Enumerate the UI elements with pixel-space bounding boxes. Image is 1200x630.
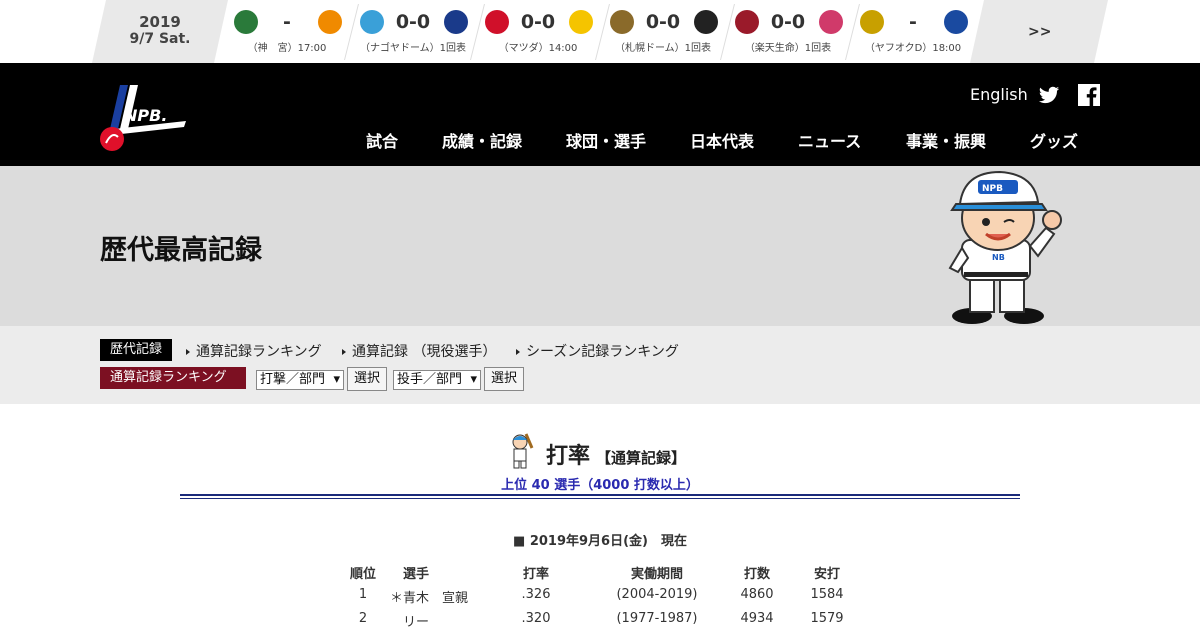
record-title-main: 打率 bbox=[546, 444, 591, 469]
cell-ab: 4934 bbox=[740, 611, 774, 626]
nav-games[interactable]: 試合 bbox=[366, 128, 398, 152]
site-header: NPB. English 試合 成績・記録 球団・選手 日本代表 ニュース 事業… bbox=[0, 63, 1200, 166]
pitching-select-button[interactable]: 選択 bbox=[484, 367, 525, 391]
batting-category-select[interactable]: 打撃／部門 ▾ bbox=[256, 370, 344, 390]
game-score: - bbox=[909, 11, 917, 33]
cell-avg: .326 bbox=[521, 587, 551, 602]
cell-rank: 1 bbox=[358, 587, 368, 602]
twitter-icon[interactable] bbox=[1038, 84, 1060, 110]
game-card[interactable]: - （ヤフオクD）18:00 bbox=[850, 0, 976, 63]
link-season-ranking-label: シーズン記録ランキング bbox=[526, 344, 679, 360]
game-score: 0-0 bbox=[395, 11, 431, 33]
mascot-image: NPB NB bbox=[942, 168, 1067, 330]
col-ab: 打数 bbox=[743, 567, 770, 582]
score-date-year: 2019 bbox=[139, 13, 181, 31]
batting-select-value: 打撃／部門 bbox=[260, 372, 326, 387]
nav-stats[interactable]: 成績・記録 bbox=[442, 128, 522, 152]
col-period: 実働期間 bbox=[630, 567, 683, 582]
page-title: 歴代最高記録 bbox=[100, 235, 262, 266]
score-date: 2019 9/7 Sat. bbox=[92, 0, 228, 63]
nav-teams[interactable]: 球団・選手 bbox=[566, 128, 646, 152]
col-player: 選手 bbox=[402, 567, 429, 582]
dropdown-arrow-icon: ▾ bbox=[470, 372, 477, 387]
link-career-active[interactable]: 通算記録 （現役選手） bbox=[342, 341, 496, 361]
record-subtitle: 上位 40 選手（4000 打数以上） bbox=[501, 478, 699, 493]
nav-national-team[interactable]: 日本代表 bbox=[690, 128, 754, 152]
link-season-ranking[interactable]: シーズン記録ランキング bbox=[516, 341, 679, 361]
game-card[interactable]: 0-0 （マツダ）14:00 bbox=[475, 0, 610, 63]
ranking-tag: 通算記録ランキング bbox=[100, 367, 246, 389]
svg-text:NPB: NPB bbox=[982, 184, 1003, 194]
pitching-select-value: 投手／部門 bbox=[397, 372, 463, 387]
dropdown-arrow-icon: ▾ bbox=[333, 372, 340, 387]
col-hits: 安打 bbox=[813, 567, 840, 582]
batting-select-button[interactable]: 選択 bbox=[347, 367, 388, 391]
cell-rank: 2 bbox=[358, 611, 368, 626]
game-info: （楽天生命）1回表 bbox=[744, 43, 832, 54]
game-card[interactable]: 0-0 （ナゴヤドーム）1回表 bbox=[350, 0, 485, 63]
score-bar: 2019 9/7 Sat. - （神 宮）17:00 0-0 （ナゴヤドーム）1… bbox=[0, 0, 1200, 63]
cell-period: (2004-2019) bbox=[616, 587, 698, 602]
facebook-icon[interactable] bbox=[1078, 84, 1100, 110]
triangle-right-icon bbox=[342, 349, 346, 355]
nav-news[interactable]: ニュース bbox=[798, 128, 861, 152]
english-link[interactable]: English bbox=[970, 85, 1028, 104]
page-banner: 歴代最高記録 NPB NB bbox=[0, 166, 1200, 326]
nav-goods[interactable]: グッズ bbox=[1030, 128, 1078, 152]
cell-player[interactable]: ＊青木 宣親 bbox=[390, 587, 468, 606]
game-score: 0-0 bbox=[520, 11, 556, 33]
pitching-category-select[interactable]: 投手／部門 ▾ bbox=[393, 370, 481, 390]
as-of-date: ■ 2019年9月6日(金) 現在 bbox=[513, 534, 687, 549]
link-career-active-label: 通算記録 （現役選手） bbox=[352, 344, 497, 360]
triangle-right-icon bbox=[186, 349, 190, 355]
sub-nav: 歴代記録 通算記録ランキング 通算記録 （現役選手） シーズン記録ランキング 通… bbox=[0, 326, 1200, 404]
more-games-label: >> bbox=[1028, 24, 1052, 40]
divider bbox=[180, 498, 1020, 499]
cell-hits: 1579 bbox=[810, 611, 844, 626]
triangle-right-icon bbox=[516, 349, 520, 355]
cell-avg: .320 bbox=[521, 611, 551, 626]
batter-icon bbox=[508, 432, 534, 474]
game-score: - bbox=[283, 11, 291, 33]
game-score: 0-0 bbox=[645, 11, 681, 33]
cell-player[interactable]: リー bbox=[390, 611, 442, 630]
game-card[interactable]: 0-0 （楽天生命）1回表 bbox=[725, 0, 860, 63]
record-title-suffix: 【通算記録】 bbox=[596, 449, 687, 467]
game-score: 0-0 bbox=[770, 11, 806, 33]
game-info: （札幌ドーム）1回表 bbox=[614, 43, 712, 54]
more-games-button[interactable]: >> bbox=[970, 0, 1108, 63]
game-info: （ヤフオクD）18:00 bbox=[864, 43, 962, 54]
cell-ab: 4860 bbox=[740, 587, 774, 602]
game-card[interactable]: 0-0 （札幌ドーム）1回表 bbox=[600, 0, 735, 63]
record-title: 打率 【通算記録】 bbox=[546, 438, 686, 470]
score-date-day: 9/7 Sat. bbox=[129, 31, 191, 47]
link-career-ranking-label: 通算記録ランキング bbox=[196, 344, 322, 360]
svg-text:NB: NB bbox=[992, 253, 1005, 262]
link-career-ranking[interactable]: 通算記録ランキング bbox=[186, 341, 322, 361]
game-card[interactable]: - （神 宮）17:00 bbox=[224, 0, 359, 63]
game-info: （ナゴヤドーム）1回表 bbox=[359, 43, 467, 54]
game-info: （神 宮）17:00 bbox=[247, 43, 327, 54]
record-content: 打率 【通算記録】 上位 40 選手（4000 打数以上） ■ 2019年9月6日… bbox=[0, 404, 1200, 630]
nav-business[interactable]: 事業・振興 bbox=[906, 128, 986, 152]
npb-logo-icon[interactable]: NPB. bbox=[98, 83, 188, 153]
col-avg: 打率 bbox=[522, 567, 549, 582]
cell-hits: 1584 bbox=[810, 587, 844, 602]
records-tag: 歴代記録 bbox=[100, 339, 173, 361]
svg-text:NPB.: NPB. bbox=[124, 106, 167, 125]
game-info: （マツダ）14:00 bbox=[498, 43, 578, 54]
divider bbox=[180, 494, 1020, 496]
cell-period: (1977-1987) bbox=[616, 611, 698, 626]
col-rank: 順位 bbox=[349, 567, 376, 582]
